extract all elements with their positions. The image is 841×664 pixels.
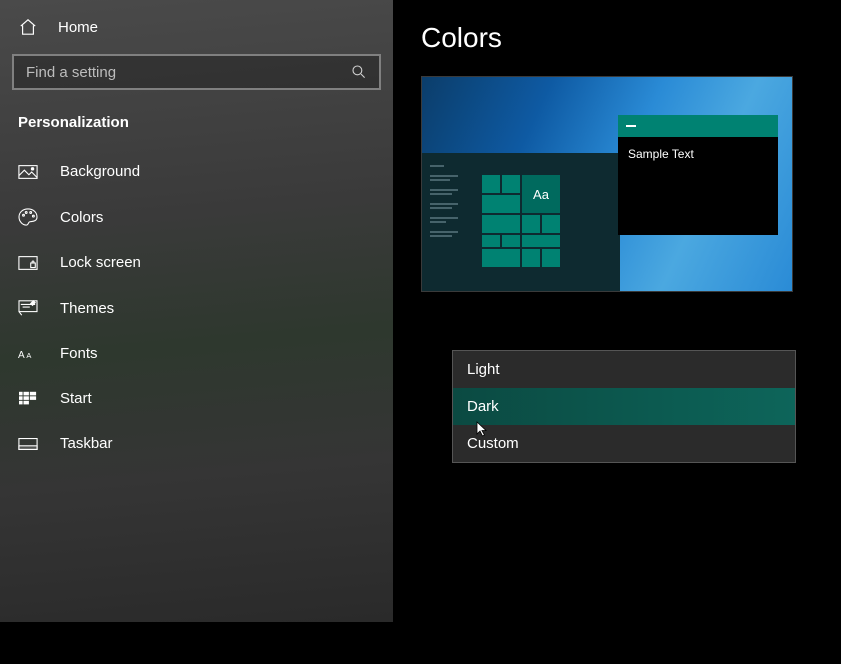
nav-label: Themes xyxy=(60,300,114,317)
search-placeholder: Find a setting xyxy=(26,64,351,81)
preview-window: Sample Text xyxy=(618,115,778,235)
settings-sidebar: Home Find a setting Personalization Back… xyxy=(0,0,393,622)
home-icon xyxy=(18,18,38,36)
svg-text:A: A xyxy=(26,351,31,360)
sidebar-item-background[interactable]: Background xyxy=(12,149,381,194)
sidebar-item-taskbar[interactable]: Taskbar xyxy=(12,421,381,466)
nav-label: Taskbar xyxy=(60,435,113,452)
preview-tile-aa: Aa xyxy=(522,175,560,213)
palette-icon xyxy=(18,208,38,226)
section-header: Personalization xyxy=(12,108,381,149)
sidebar-item-themes[interactable]: Themes xyxy=(12,285,381,331)
sidebar-item-start[interactable]: Start xyxy=(12,376,381,421)
paintbrush-icon xyxy=(18,299,38,317)
picture-icon xyxy=(18,164,38,180)
preview-start-mock: Aa xyxy=(422,153,620,291)
color-mode-dropdown: Light Dark Custom xyxy=(452,350,796,463)
nav-label: Start xyxy=(60,390,92,407)
home-nav[interactable]: Home xyxy=(12,8,381,48)
sidebar-item-fonts[interactable]: AA Fonts xyxy=(12,331,381,376)
mode-option-dark[interactable]: Dark xyxy=(453,388,795,425)
nav-label: Lock screen xyxy=(60,254,141,271)
nav-label: Background xyxy=(60,163,140,180)
mode-option-light[interactable]: Light xyxy=(453,351,795,388)
page-title: Colors xyxy=(421,22,813,54)
sidebar-item-lockscreen[interactable]: Lock screen xyxy=(12,240,381,285)
fonts-icon: AA xyxy=(18,346,38,362)
sidebar-item-colors[interactable]: Colors xyxy=(12,194,381,240)
home-label: Home xyxy=(58,19,98,36)
taskbar-icon xyxy=(18,437,38,451)
color-preview: Aa Sample Text xyxy=(421,76,793,292)
preview-sample-text: Sample Text xyxy=(618,137,778,235)
lockscreen-icon xyxy=(18,255,38,271)
nav-label: Fonts xyxy=(60,345,98,362)
nav-label: Colors xyxy=(60,209,103,226)
search-input[interactable]: Find a setting xyxy=(12,54,381,90)
mode-option-custom[interactable]: Custom xyxy=(453,425,795,462)
start-icon xyxy=(18,391,38,407)
search-icon xyxy=(351,64,367,80)
main-panel: Colors Aa xyxy=(393,0,841,622)
svg-text:A: A xyxy=(18,350,25,361)
